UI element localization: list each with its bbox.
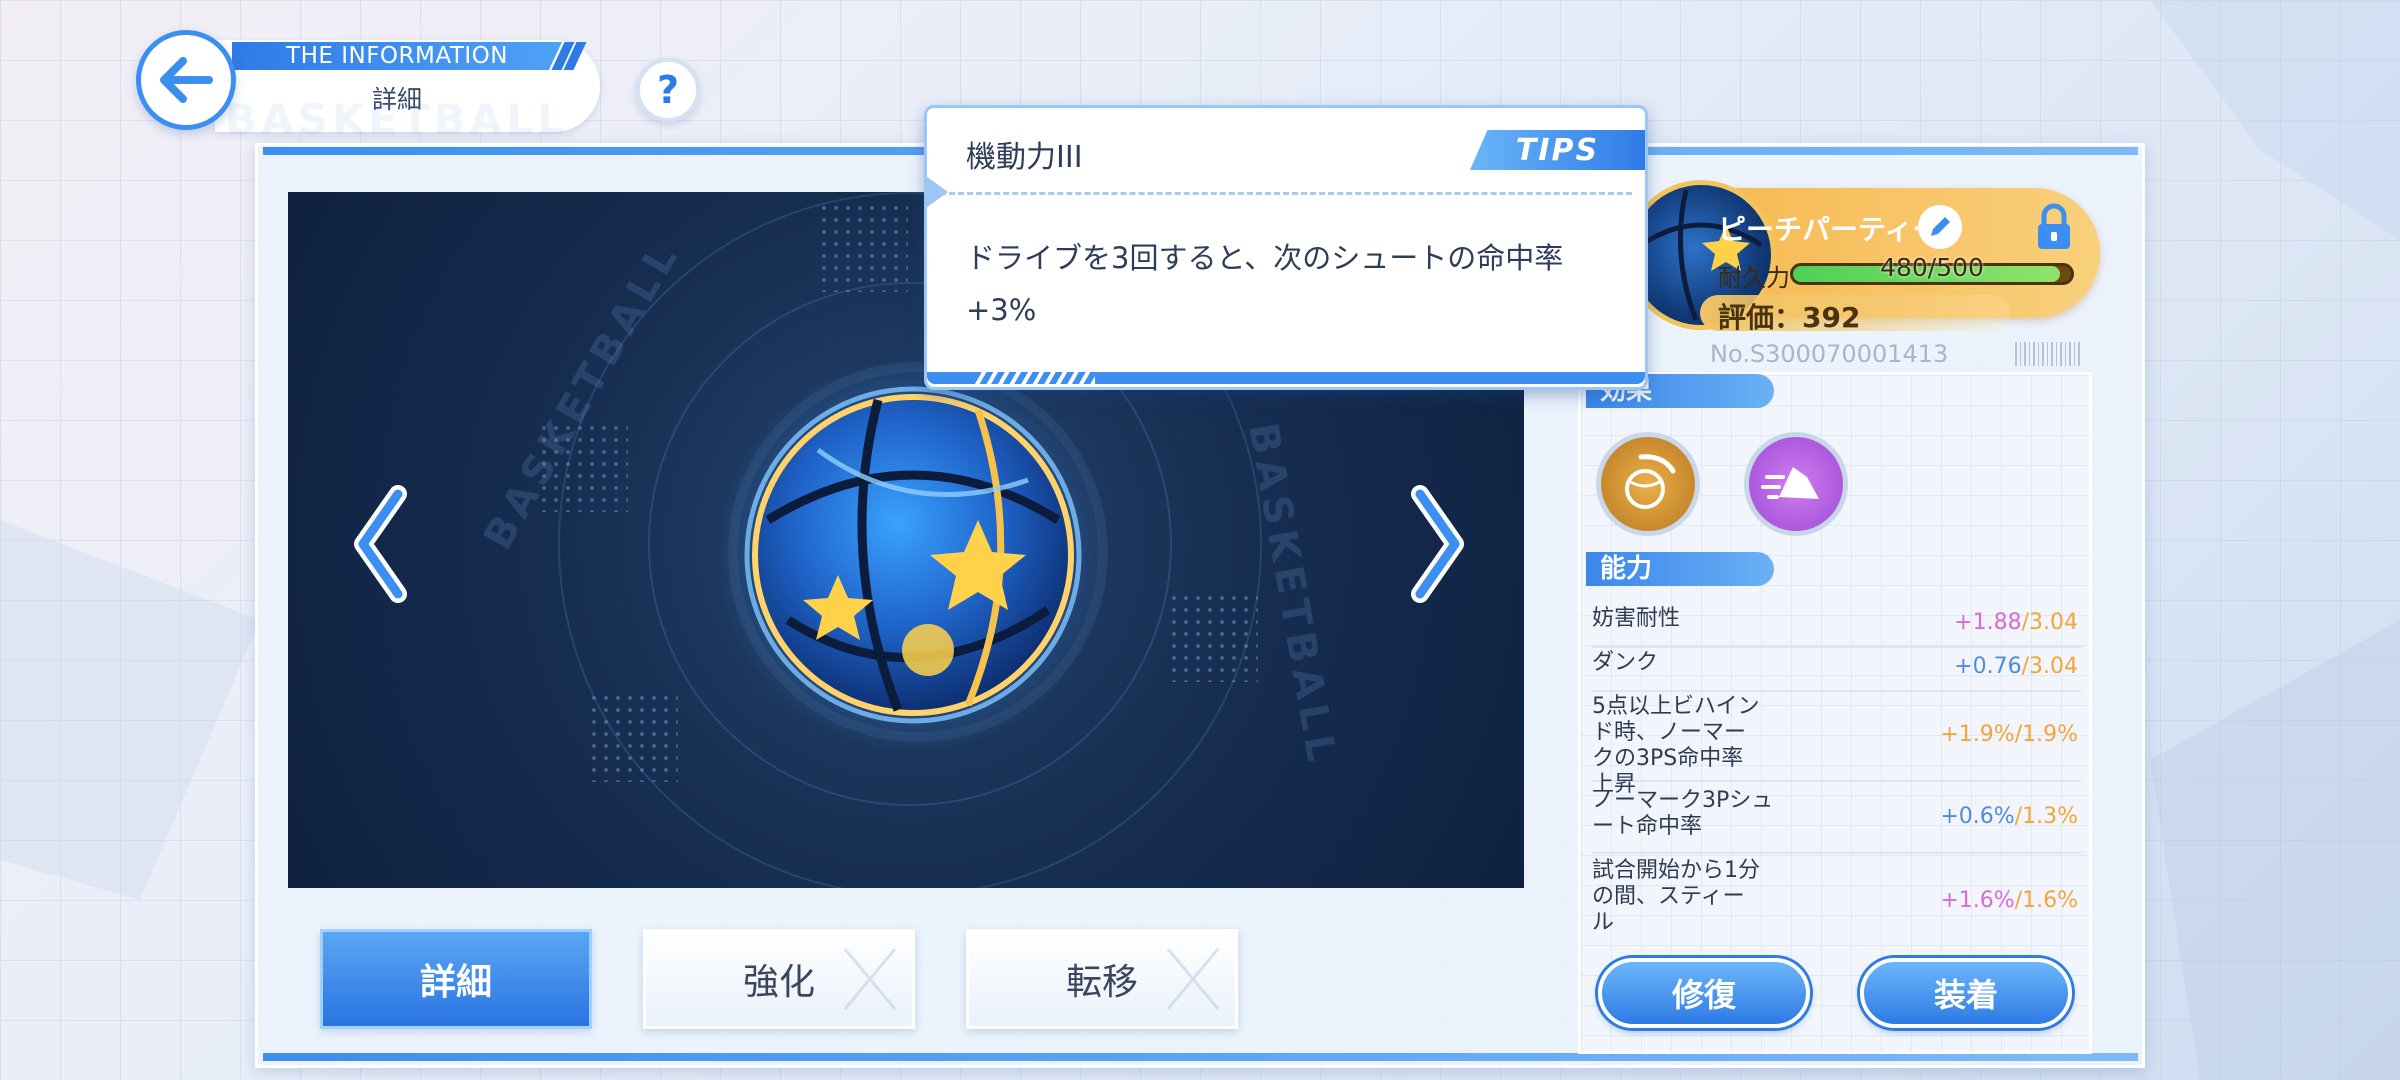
serial-number: No.S300070001413 [1710,340,1949,368]
stat-current: +1.6% [1940,888,2015,913]
item-name: ピーチパーティー [1718,213,1941,246]
header-banner: THE INFORMATION [232,42,562,70]
dot-pattern [1168,592,1258,682]
panel-bottom-accent [263,1053,2138,1061]
ability-section-label: 能力 [1586,552,1774,586]
tooltip-description: ドライブを3回すると、次のシュートの命中率+3% [966,241,1564,327]
rating-value: 392 [1802,301,1861,334]
arrow-left-icon [160,57,213,103]
stat-max: /1.3% [2014,804,2078,829]
tab-transfer[interactable]: 転移 [966,929,1238,1029]
equip-button[interactable]: 装着 [1860,958,2072,1028]
lock-icon[interactable] [2034,202,2074,252]
stat-current: +1.9% [1940,722,2015,747]
dot-pattern [818,202,908,292]
rating: 評価：392 [1718,296,1860,336]
stat-row: ダンク +0.76/3.04 [1592,646,2082,692]
sneaker-speed-icon [1761,467,1819,499]
durability-label: 耐久力 [1718,264,1790,292]
tab-label: 転移 [1065,962,1138,1003]
rating-label: 評価： [1718,301,1803,334]
star-basketball-image [744,386,1082,724]
stat-value: +1.9%/1.9% [1940,722,2078,747]
tab-label: 詳細 [419,962,492,1003]
basketball-shot-icon [1625,454,1676,509]
stat-name: ダンク [1592,650,1659,675]
stat-value: +1.6%/1.6% [1940,888,2078,913]
repair-button[interactable]: 修復 [1598,958,1810,1028]
effect-badge-1[interactable] [1596,432,1700,536]
previous-item-button[interactable] [348,484,418,604]
stat-max: /1.9% [2014,722,2078,747]
stat-row: 5点以上ビハインド時、ノーマークの3PS命中率上昇 +1.9%/1.9% [1592,690,2082,797]
header-background-word: BASKETBALL [225,95,568,144]
back-button[interactable] [136,30,236,130]
tab-enhance[interactable]: 強化 [643,929,915,1029]
stat-current: +0.6% [1940,804,2015,829]
effect-badge-2[interactable] [1744,432,1848,536]
stat-value: +1.88/3.04 [1954,610,2078,635]
barcode [2015,342,2083,366]
stat-max: /3.04 [2021,654,2078,679]
dot-pattern [588,692,678,782]
stat-name: ノーマーク3Pシュート命中率 [1592,788,1774,839]
stat-max: /3.04 [2021,610,2078,635]
question-icon: ? [656,68,680,112]
tab-decoration [843,948,897,1010]
durability-value: 480/500 [1880,253,1984,282]
stat-name: 試合開始から1分の間、スティール [1592,858,1760,935]
tab-details[interactable]: 詳細 [320,929,592,1029]
stat-row: ノーマーク3Pシュート命中率 +0.6%/1.3% [1592,780,2082,854]
tooltip-title: 機動力III [966,140,1083,175]
stat-row: 試合開始から1分の間、スティール +1.6%/1.6% [1592,852,2082,935]
tab-label: 強化 [742,962,815,1003]
stat-value: +0.76/3.04 [1954,654,2078,679]
stat-current: +0.76 [1954,654,2022,679]
tips-badge: TIPS [1470,130,1645,170]
stat-row: 妨害耐性 +1.88/3.04 [1592,602,2082,648]
stat-max: /1.6% [2014,888,2078,913]
tooltip-stripes [975,372,1095,384]
stat-name: 妨害耐性 [1592,606,1681,631]
help-button[interactable]: ? [636,58,700,122]
tooltip-divider [940,192,1632,195]
rename-button[interactable] [1918,205,1962,249]
next-item-button[interactable] [1400,484,1470,604]
stat-value: +0.6%/1.3% [1940,804,2078,829]
stat-current: +1.88 [1954,610,2022,635]
pencil-icon [1931,217,1950,236]
tab-decoration [1166,948,1220,1010]
